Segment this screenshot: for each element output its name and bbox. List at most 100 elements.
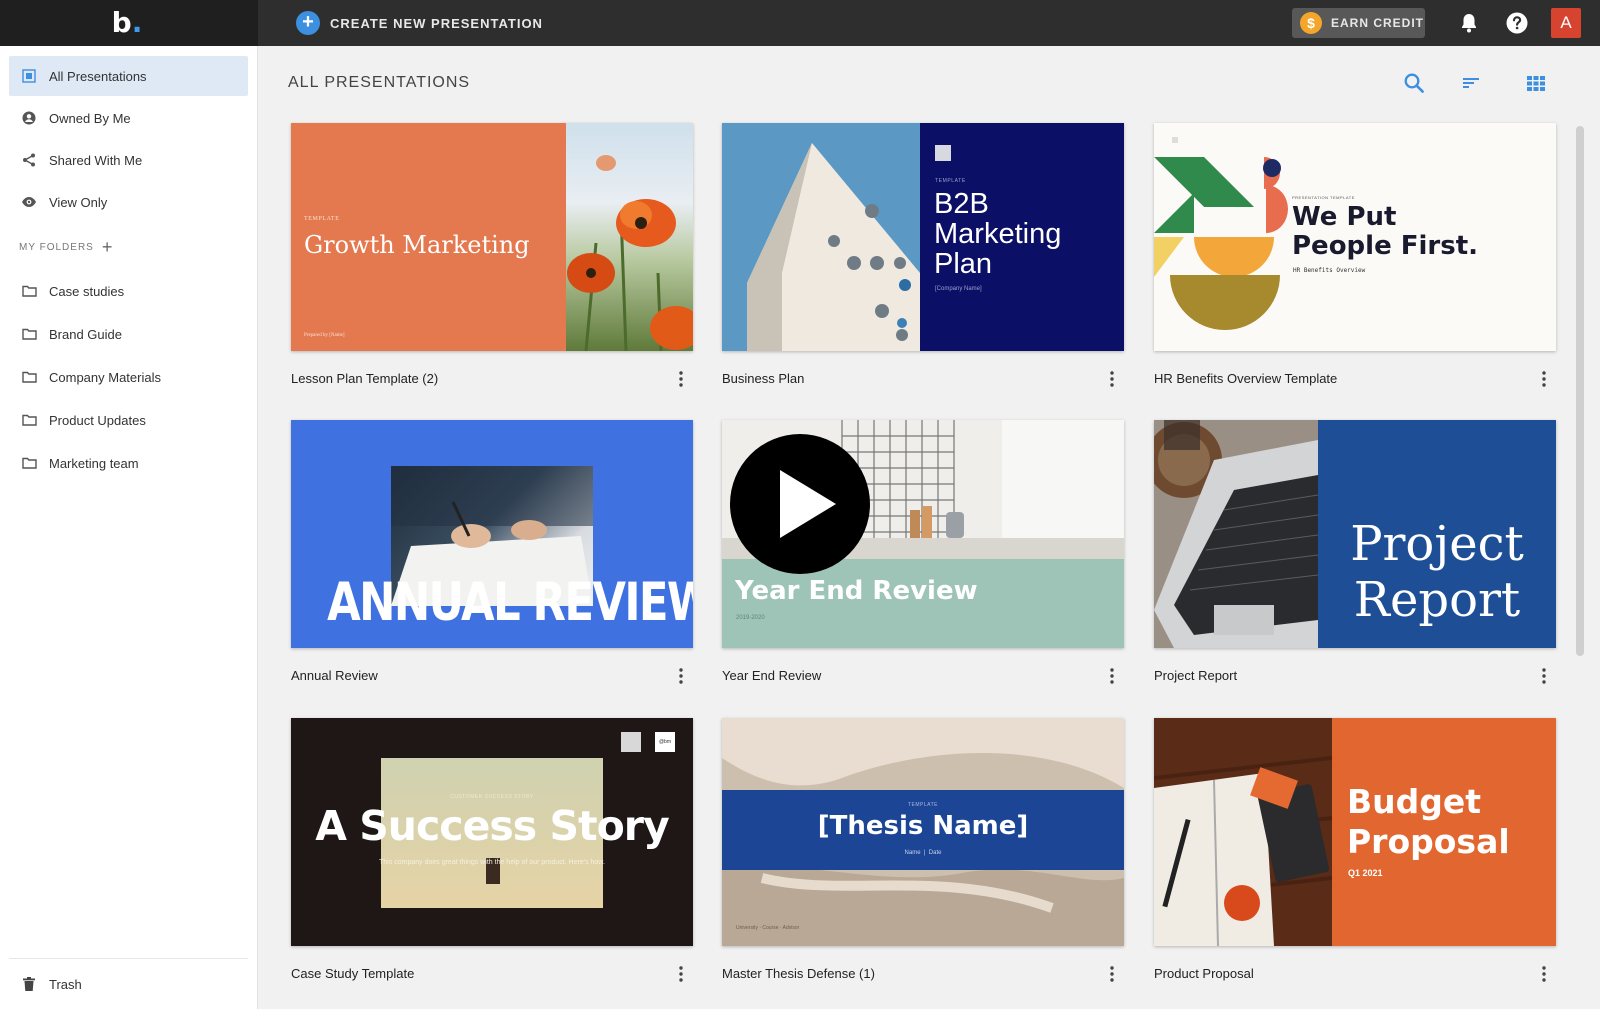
- more-options-icon[interactable]: [1107, 666, 1117, 686]
- sidebar-item-label: Owned By Me: [49, 110, 131, 126]
- thumb-title: Growth Marketing: [304, 231, 530, 259]
- desk-photo: [1154, 718, 1332, 946]
- thumb-line2: Marketing: [934, 218, 1062, 250]
- logo-placeholder: [621, 732, 641, 752]
- thumb-title: Year End Review: [735, 576, 978, 606]
- thumb-title: ANNUAL REVIEW: [327, 572, 693, 633]
- presentation-title[interactable]: Project Report: [1154, 668, 1237, 683]
- more-options-icon[interactable]: [676, 369, 686, 389]
- thumb-title: [Thesis Name]: [817, 811, 1029, 841]
- more-options-icon[interactable]: [1539, 964, 1549, 984]
- folder-item-brand-guide[interactable]: Brand Guide: [9, 314, 248, 354]
- presentations-icon: [21, 68, 37, 84]
- logo-letter: b: [111, 5, 132, 39]
- presentation-thumbnail[interactable]: TEMPLATE Growth Marketing Prepared by [N…: [291, 123, 693, 351]
- sidebar-item-view-only[interactable]: View Only: [9, 182, 248, 222]
- sidebar-item-all-presentations[interactable]: All Presentations: [9, 56, 248, 96]
- folder-label: Company Materials: [49, 369, 161, 385]
- earn-credit-label: EARN CREDIT: [1331, 16, 1425, 30]
- presentation-thumbnail[interactable]: PRESENTATION TEMPLATE We Put People Firs…: [1154, 123, 1556, 351]
- more-options-icon[interactable]: [1107, 369, 1117, 389]
- presentation-title[interactable]: HR Benefits Overview Template: [1154, 371, 1337, 386]
- share-icon: [21, 152, 37, 168]
- add-folder-icon[interactable]: +: [102, 238, 113, 256]
- sidebar-item-shared-with-me[interactable]: Shared With Me: [9, 140, 248, 180]
- thumb-subtitle: [Company Name]: [935, 286, 982, 292]
- user-circle-icon: [21, 110, 37, 126]
- presentation-title[interactable]: Product Proposal: [1154, 966, 1254, 981]
- plus-circle-icon: +: [296, 11, 320, 35]
- search-icon[interactable]: [1403, 72, 1425, 94]
- presentation-thumbnail[interactable]: Project Report: [1154, 420, 1556, 648]
- sidebar-item-label: Shared With Me: [49, 152, 143, 168]
- folder-icon: [21, 455, 37, 471]
- thumb-footer: University · Course · Advisor: [736, 925, 800, 931]
- thumb-line3: Plan: [934, 248, 993, 280]
- thumb-line1: B2B: [934, 188, 989, 220]
- thumb-subtitle: 2019-2020: [736, 615, 765, 621]
- more-options-icon[interactable]: [1539, 666, 1549, 686]
- thumb-small-label: TEMPLATE: [304, 216, 340, 222]
- sidebar-item-label: View Only: [49, 194, 108, 210]
- scrollbar[interactable]: [1576, 126, 1584, 656]
- thumb-line1: Project: [1350, 516, 1524, 572]
- thumb-line1: We Put: [1292, 202, 1397, 232]
- question-circle-icon[interactable]: [1505, 11, 1529, 35]
- presentation-thumbnail[interactable]: @bm CUSTOMER SUCCESS STORY A Success Sto…: [291, 718, 693, 946]
- folder-label: Marketing team: [49, 455, 139, 471]
- folder-icon: [21, 412, 37, 428]
- thumb-small-label: TEMPLATE: [935, 178, 966, 184]
- logo-cell: b.: [0, 0, 258, 46]
- presentation-title[interactable]: Annual Review: [291, 668, 378, 683]
- more-options-icon[interactable]: [676, 666, 686, 686]
- sidebar-item-owned-by-me[interactable]: Owned By Me: [9, 98, 248, 138]
- presentation-thumbnail[interactable]: TEMPLATE B2B Marketing Plan [Company Nam…: [722, 123, 1124, 351]
- thumb-subtitle: HR Benefits Overview: [1293, 267, 1366, 274]
- presentation-thumbnail[interactable]: TEMPLATE [Thesis Name] Name | Date Unive…: [722, 718, 1124, 946]
- presentation-title[interactable]: Business Plan: [722, 371, 804, 386]
- my-folders-label: MY FOLDERS: [19, 241, 94, 253]
- folder-label: Brand Guide: [49, 326, 122, 342]
- laptop-photo: [1154, 420, 1318, 648]
- top-bar: b. + CREATE NEW PRESENTATION $ EARN CRED…: [0, 0, 1600, 46]
- eye-icon: [21, 194, 37, 210]
- more-options-icon[interactable]: [1107, 964, 1117, 984]
- earn-credit-button[interactable]: $ EARN CREDIT: [1292, 8, 1425, 38]
- folder-item-marketing-team[interactable]: Marketing team: [9, 443, 248, 483]
- avatar[interactable]: A: [1551, 8, 1581, 38]
- thumb-subtitle: This company does great things with the …: [379, 859, 605, 866]
- page-title: ALL PRESENTATIONS: [288, 74, 471, 91]
- thumb-line2: People First.: [1292, 231, 1479, 261]
- folder-item-product-updates[interactable]: Product Updates: [9, 400, 248, 440]
- thumb-line2: Proposal: [1347, 822, 1510, 861]
- bell-icon[interactable]: [1457, 11, 1481, 35]
- create-new-presentation-button[interactable]: + CREATE NEW PRESENTATION: [296, 11, 543, 35]
- presentation-thumbnail[interactable]: Year End Review 2019-2020: [722, 420, 1124, 648]
- presentation-thumbnail[interactable]: ANNUAL REVIEW: [291, 420, 693, 648]
- presentation-title[interactable]: Case Study Template: [291, 966, 414, 981]
- folder-icon: [21, 283, 37, 299]
- more-options-icon[interactable]: [676, 964, 686, 984]
- my-folders-header: MY FOLDERS +: [19, 238, 113, 256]
- folder-item-company-materials[interactable]: Company Materials: [9, 357, 248, 397]
- thumb-line2: Report: [1353, 572, 1521, 628]
- play-video-icon[interactable]: [730, 434, 870, 574]
- sidebar-item-label: All Presentations: [49, 68, 147, 84]
- dollar-coin-icon: $: [1300, 12, 1322, 34]
- thumb-footer: Prepared by [Name]: [304, 333, 345, 338]
- logo[interactable]: b.: [112, 6, 143, 39]
- logo-dot: .: [131, 5, 143, 39]
- folder-icon: [21, 369, 37, 385]
- presentation-thumbnail[interactable]: Budget Proposal Q1 2021: [1154, 718, 1556, 946]
- more-options-icon[interactable]: [1539, 369, 1549, 389]
- building-photo: [722, 123, 920, 351]
- sort-icon[interactable]: [1460, 72, 1482, 94]
- presentation-title[interactable]: Lesson Plan Template (2): [291, 371, 438, 386]
- sidebar-item-trash[interactable]: Trash: [9, 964, 248, 1004]
- presentation-title[interactable]: Year End Review: [722, 668, 821, 683]
- grid-view-icon[interactable]: [1525, 72, 1547, 94]
- folder-item-case-studies[interactable]: Case studies: [9, 271, 248, 311]
- logo-placeholder: [935, 145, 951, 161]
- thumb-small-label: PRESENTATION TEMPLATE: [1292, 195, 1355, 200]
- presentation-title[interactable]: Master Thesis Defense (1): [722, 966, 875, 981]
